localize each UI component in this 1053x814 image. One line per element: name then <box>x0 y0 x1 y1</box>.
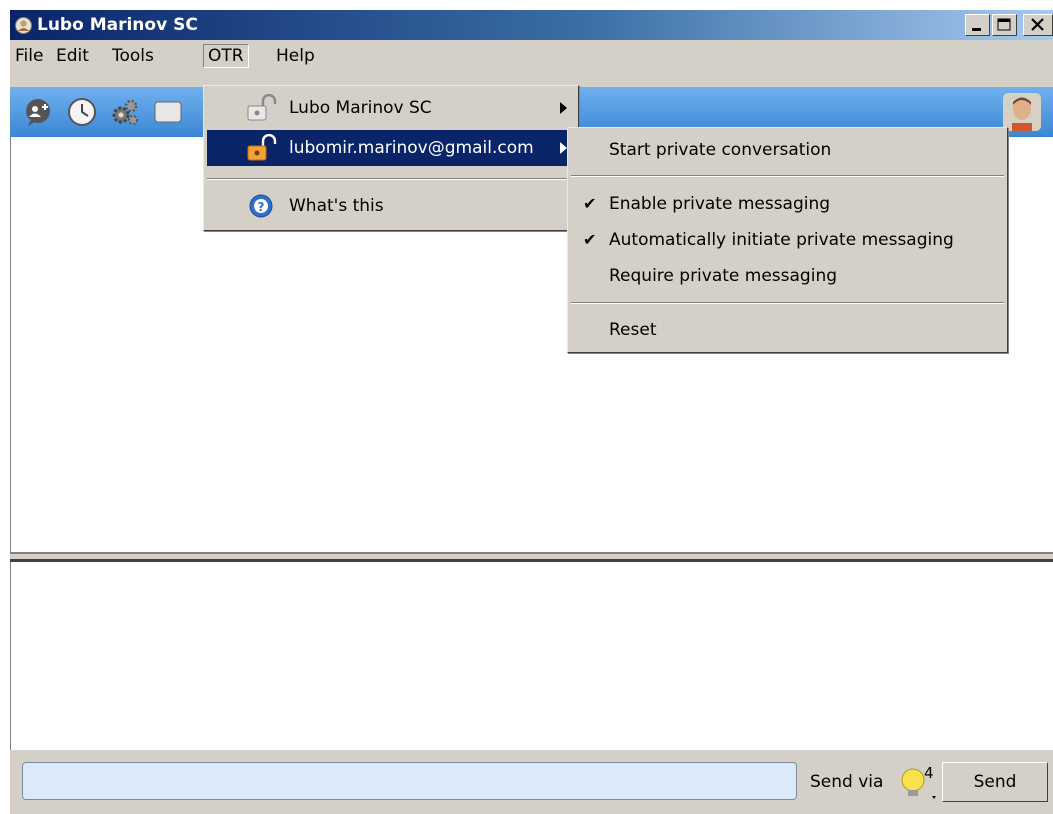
protocol-selector[interactable]: 4 <box>892 762 942 804</box>
submenu-item-label: Enable private messaging <box>609 194 831 214</box>
lock-open-gray-icon <box>247 94 277 121</box>
svg-text:?: ? <box>258 200 265 214</box>
checkmark-icon: ✔ <box>583 230 597 249</box>
submenu-item-reset[interactable]: Reset <box>571 312 1004 348</box>
close-icon <box>1031 18 1044 31</box>
protocol-badge: 4 <box>924 764 934 782</box>
submenu-item-label: Reset <box>609 320 657 340</box>
submenu-arrow-icon <box>560 102 567 114</box>
submenu-item-start-private[interactable]: Start private conversation <box>571 132 1004 168</box>
add-contact-icon[interactable] <box>22 97 56 127</box>
plugins-gears-icon[interactable] <box>108 97 142 127</box>
otr-account-submenu: Start private conversation ✔ Enable priv… <box>567 127 1008 353</box>
otr-menu-item-label: lubomir.marinov@gmail.com <box>289 138 534 158</box>
submenu-arrow-icon <box>560 142 567 154</box>
send-bar: Send via 4 Send <box>10 750 1053 814</box>
maximize-icon <box>997 18 1011 31</box>
info-icon[interactable] <box>151 97 185 127</box>
message-input[interactable] <box>22 762 797 800</box>
otr-menu-item-label: Lubo Marinov SC <box>289 98 432 118</box>
submenu-item-label: Automatically initiate private messaging <box>609 230 954 250</box>
panel-splitter[interactable] <box>10 552 1053 562</box>
help-icon: ? <box>249 194 273 218</box>
contact-avatar[interactable] <box>1003 93 1041 131</box>
app-icon <box>15 17 32 34</box>
menu-separator <box>571 175 1004 177</box>
otr-menu-item-account-gmail[interactable]: lubomir.marinov@gmail.com <box>207 130 573 166</box>
message-editor[interactable] <box>10 562 1053 750</box>
menu-file[interactable]: File <box>11 44 47 68</box>
checkmark-icon: ✔ <box>583 194 597 213</box>
otr-menu-item-whats-this[interactable]: ? What's this <box>207 188 573 224</box>
avatar-photo <box>1003 93 1041 131</box>
menu-separator <box>571 302 1004 304</box>
send-via-label: Send via <box>810 772 884 792</box>
otr-menu-item-account-sc[interactable]: Lubo Marinov SC <box>207 90 573 126</box>
submenu-item-require-private[interactable]: Require private messaging <box>571 258 1004 294</box>
maximize-button[interactable] <box>992 14 1017 36</box>
otr-menu-item-label: What's this <box>289 196 384 216</box>
title-bar[interactable]: Lubo Marinov SC <box>10 10 1053 40</box>
history-clock-icon[interactable] <box>65 97 99 127</box>
menu-otr[interactable]: OTR <box>203 44 249 68</box>
menu-help[interactable]: Help <box>272 44 319 68</box>
lock-open-orange-icon <box>247 134 277 161</box>
menu-separator <box>207 178 575 180</box>
menu-edit[interactable]: Edit <box>52 44 93 68</box>
submenu-item-enable-private[interactable]: ✔ Enable private messaging <box>571 186 1004 222</box>
submenu-item-label: Start private conversation <box>609 140 832 160</box>
minimize-icon <box>972 28 981 31</box>
close-button[interactable] <box>1023 14 1053 36</box>
send-button[interactable]: Send <box>942 762 1048 802</box>
minimize-button[interactable] <box>965 14 990 36</box>
menu-bar: File Edit Tools OTR Help <box>10 40 1053 72</box>
menu-tools[interactable]: Tools <box>108 44 158 68</box>
window-title: Lubo Marinov SC <box>37 15 198 35</box>
lightbulb-icon <box>901 768 936 799</box>
otr-menu: Lubo Marinov SC lubomir.marinov@gmail.co… <box>203 85 579 231</box>
submenu-item-auto-initiate[interactable]: ✔ Automatically initiate private messagi… <box>571 222 1004 258</box>
submenu-item-label: Require private messaging <box>609 266 838 286</box>
